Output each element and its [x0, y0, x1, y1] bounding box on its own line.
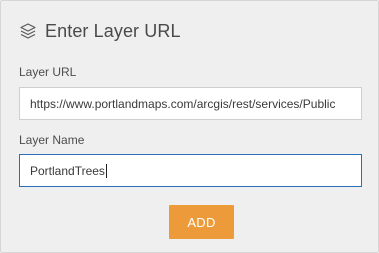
panel-title: Enter Layer URL — [45, 20, 181, 41]
text-caret — [105, 163, 107, 178]
layer-url-label: Layer URL — [19, 65, 77, 79]
layer-url-value: https://www.portlandmaps.com/arcgis/rest… — [30, 96, 336, 111]
layer-name-input[interactable]: PortlandTrees — [19, 154, 362, 187]
layer-name-label: Layer Name — [19, 133, 85, 147]
layer-url-input[interactable]: https://www.portlandmaps.com/arcgis/rest… — [19, 87, 362, 120]
layers-icon — [19, 22, 37, 40]
layer-name-value: PortlandTrees — [30, 163, 105, 178]
enter-layer-url-panel: Enter Layer URL Layer URL https://www.po… — [0, 0, 379, 253]
panel-header: Enter Layer URL — [19, 19, 181, 43]
add-button[interactable]: ADD — [169, 205, 234, 239]
